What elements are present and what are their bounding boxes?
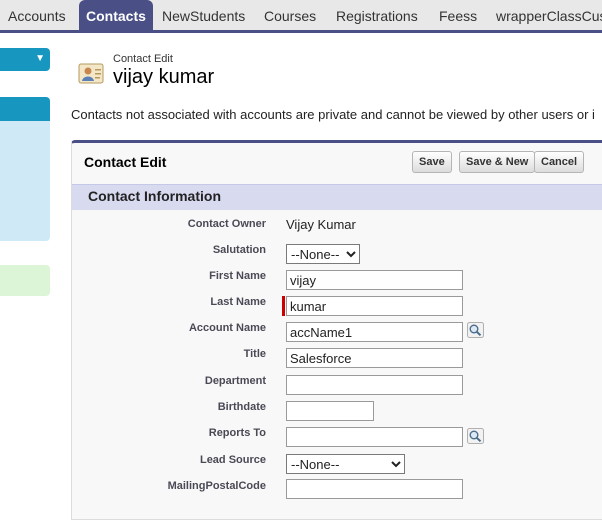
title-label: Title	[243, 348, 266, 360]
tab-bar: Accounts Contacts NewStudents Courses Re…	[0, 0, 602, 33]
birthdate-input[interactable]	[286, 401, 374, 421]
reports-to-label: Reports To	[208, 427, 266, 439]
contact-owner-value: Vijay Kumar	[286, 217, 356, 232]
block-title: Contact Edit	[84, 154, 167, 170]
tab-accounts[interactable]: Accounts	[8, 0, 66, 30]
account-name-input[interactable]	[286, 322, 463, 342]
last-name-label: Last Name	[210, 296, 266, 308]
tab-newstudents[interactable]: NewStudents	[162, 0, 245, 30]
sidebar-green-panel	[0, 265, 50, 296]
save-and-new-button[interactable]: Save & New	[459, 151, 536, 173]
last-name-input[interactable]	[286, 296, 463, 316]
tab-wrapperclasscus[interactable]: wrapperClassCus	[496, 0, 602, 30]
notice-text: Contacts not associated with accounts ar…	[71, 107, 595, 122]
section-title: Contact Information	[88, 188, 221, 204]
page-title: vijay kumar	[113, 66, 215, 88]
tab-courses[interactable]: Courses	[264, 0, 316, 30]
lead-source-label: Lead Source	[199, 454, 266, 466]
department-label: Department	[204, 375, 266, 387]
mailing-postal-code-input[interactable]	[286, 479, 463, 499]
title-input[interactable]	[286, 348, 463, 368]
magnifier-lookup-icon[interactable]	[467, 428, 484, 444]
mailing-postal-code-label: MailingPostalCode	[167, 480, 266, 492]
magnifier-lookup-icon[interactable]	[467, 322, 484, 338]
birthdate-label: Birthdate	[217, 401, 266, 413]
account-name-label: Account Name	[188, 322, 266, 334]
contact-card-icon	[78, 63, 104, 84]
sidebar-section-header	[0, 97, 50, 121]
reports-to-input[interactable]	[286, 427, 463, 447]
tab-registrations[interactable]: Registrations	[336, 0, 418, 30]
page-subtitle: Contact Edit	[113, 53, 173, 65]
salutation-label: Salutation	[212, 244, 266, 256]
cancel-button[interactable]: Cancel	[534, 151, 585, 173]
first-name-label: First Name	[209, 270, 266, 282]
chevron-down-icon: ▼	[35, 53, 45, 64]
tab-contacts[interactable]: Contacts	[79, 0, 153, 30]
first-name-input[interactable]	[286, 270, 463, 290]
contact-owner-label: Contact Owner	[187, 218, 266, 230]
sidebar-panel	[0, 121, 50, 241]
required-indicator	[282, 296, 285, 316]
tab-feess[interactable]: Feess	[439, 0, 477, 30]
save-button[interactable]: Save	[412, 151, 452, 173]
sidebar-create-new-dropdown[interactable]: ▼	[0, 48, 50, 71]
department-input[interactable]	[286, 375, 463, 395]
lead-source-select[interactable]: --None--	[286, 454, 405, 474]
salutation-select[interactable]: --None--	[286, 244, 360, 264]
